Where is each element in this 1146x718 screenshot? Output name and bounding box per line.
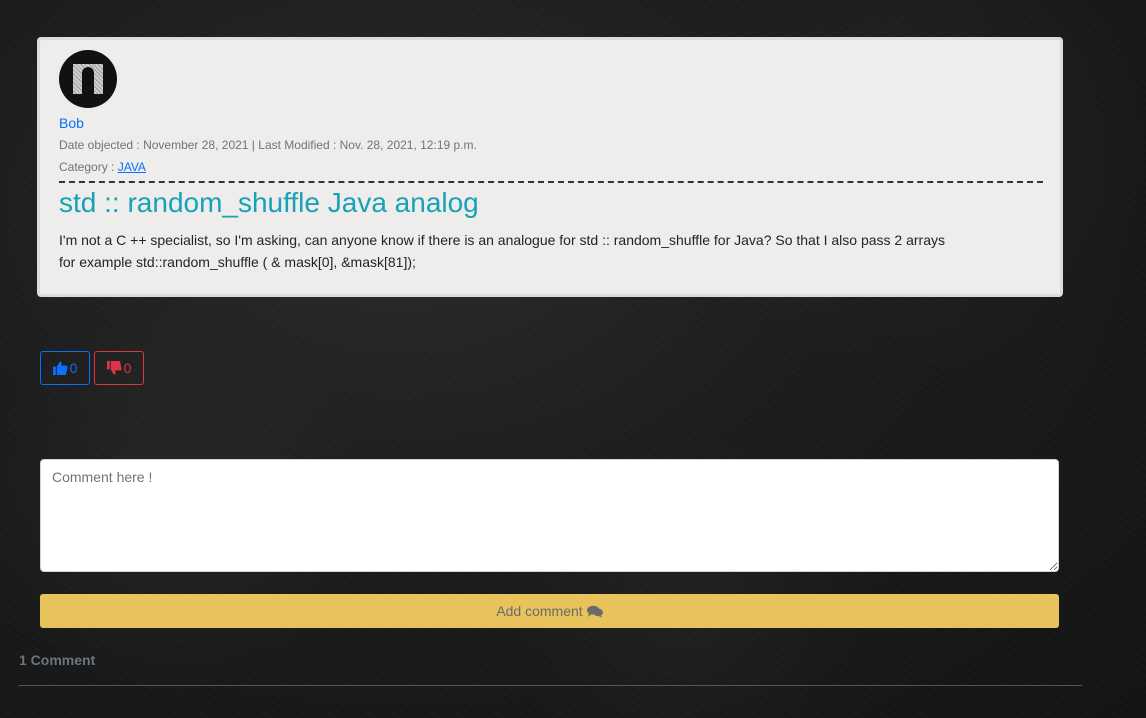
modified-label: Last Modified : [258, 138, 340, 152]
comments-icon [586, 605, 603, 618]
category-link[interactable]: JAVA [118, 160, 146, 174]
post-body-line: I'm not a C ++ specialist, so I'm asking… [59, 232, 946, 248]
avatar-silhouette-icon [73, 64, 103, 94]
thumbs-down-icon [106, 361, 122, 375]
date-separator: | [248, 138, 259, 152]
comments-divider [19, 685, 1082, 686]
thumbs-up-icon [52, 361, 68, 375]
like-button[interactable]: 0 [40, 351, 90, 385]
date-value: November 28, 2021 [143, 138, 249, 152]
comment-count: 1 Comment [19, 652, 96, 668]
post-category: Category : JAVA [59, 160, 146, 174]
post-dates: Date objected : November 28, 2021 | Last… [59, 138, 477, 152]
dislike-count: 0 [123, 360, 132, 376]
dashed-divider [59, 181, 1043, 183]
post-body: I'm not a C ++ specialist, so I'm asking… [59, 229, 945, 273]
date-label: Date objected : [59, 138, 144, 152]
category-label: Category : [59, 160, 118, 174]
like-count: 0 [69, 360, 78, 376]
author-avatar[interactable] [59, 50, 117, 108]
post-title: std :: random_shuffle Java analog [59, 187, 479, 218]
author-name[interactable]: Bob [59, 115, 84, 131]
comment-input[interactable] [40, 459, 1059, 572]
post-card: Bob Date objected : November 28, 2021 | … [37, 37, 1063, 297]
add-comment-button[interactable]: Add comment [40, 594, 1059, 628]
modified-value: Nov. 28, 2021, 12:19 p.m. [339, 138, 477, 152]
add-comment-label: Add comment [496, 603, 583, 619]
dislike-button[interactable]: 0 [94, 351, 144, 385]
post-body-line: for example std::random_shuffle ( & mask… [59, 254, 416, 270]
